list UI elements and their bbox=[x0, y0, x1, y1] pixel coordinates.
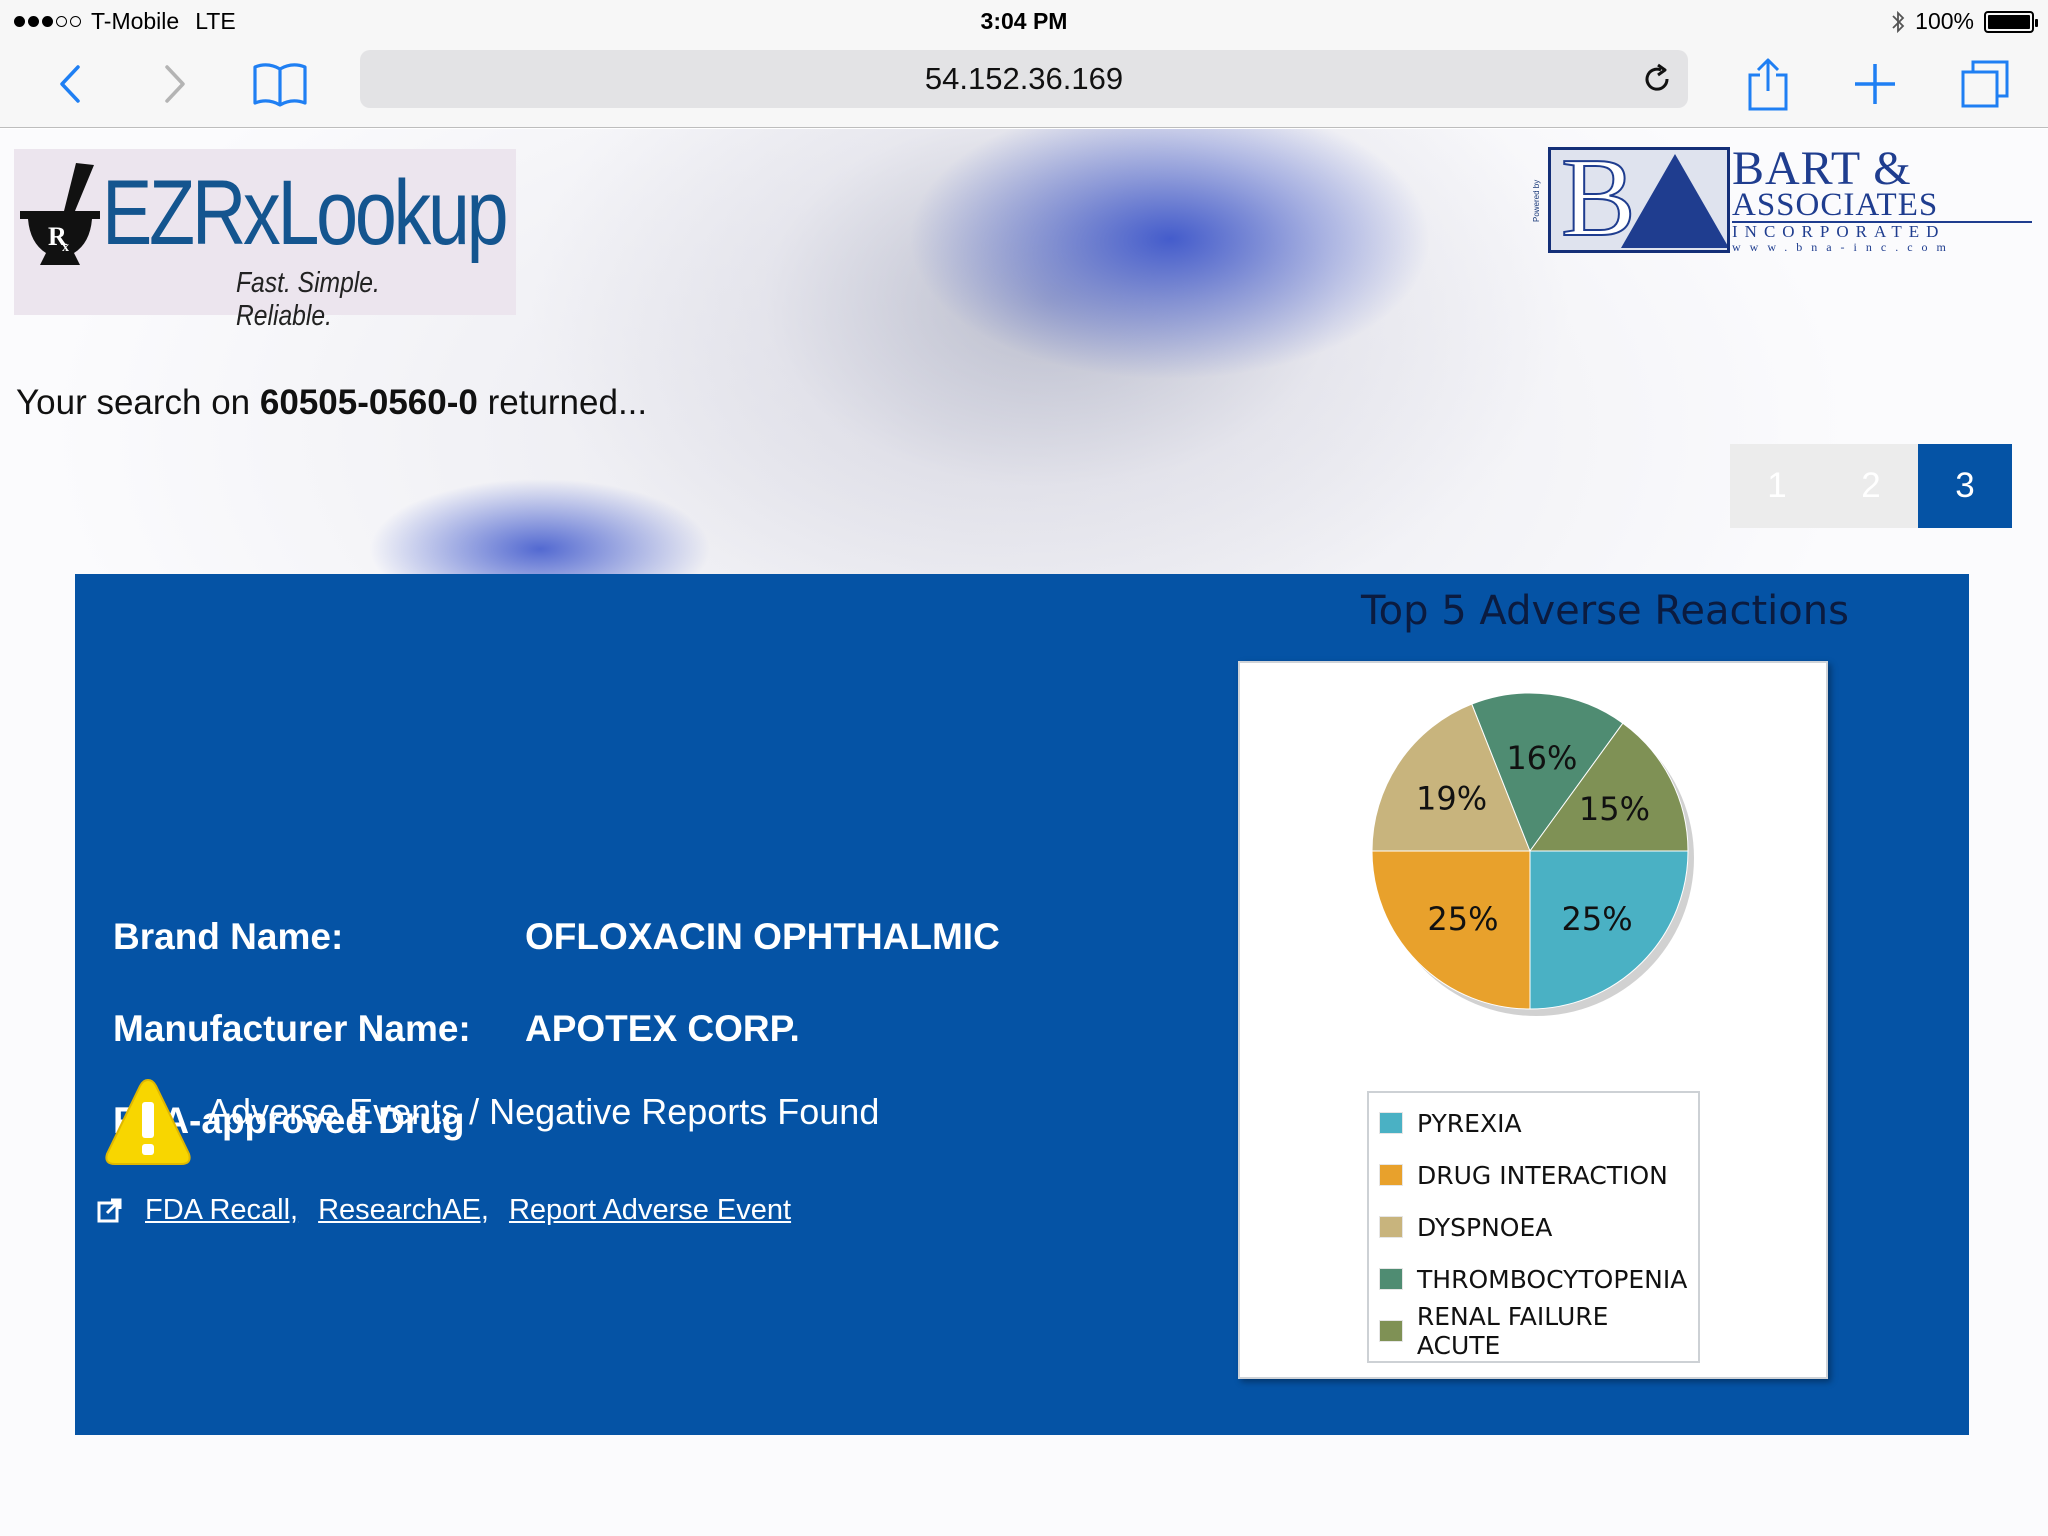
address-bar[interactable]: 54.152.36.169 bbox=[360, 50, 1688, 108]
drug-links: FDA Recall, ResearchAE, Report Adverse E… bbox=[97, 1194, 791, 1227]
search-code: 60505-0560-0 bbox=[259, 383, 478, 422]
pie-label: 25% bbox=[1561, 900, 1632, 938]
legend-swatch bbox=[1379, 1320, 1403, 1342]
research-ae-link[interactable]: ResearchAE, bbox=[318, 1194, 489, 1227]
status-bar: T-Mobile LTE 3:04 PM 100% bbox=[0, 0, 2048, 40]
share-icon bbox=[1748, 58, 1788, 111]
browser-toolbar: 54.152.36.169 bbox=[0, 40, 2048, 128]
manufacturer-label: Manufacturer Name: bbox=[113, 1008, 471, 1049]
bluetooth-icon bbox=[1892, 10, 1905, 33]
ba-wordmark: BART & ASSOCIATES INCORPORATED www.bna-i… bbox=[1732, 142, 2032, 254]
ba-line1: BART & bbox=[1732, 142, 1912, 195]
share-button[interactable] bbox=[1738, 54, 1798, 114]
pie-label: 15% bbox=[1579, 790, 1650, 828]
page-button-1[interactable]: 1 bbox=[1730, 444, 1824, 528]
chart-legend: PYREXIA DRUG INTERACTION DYSPNOEA THROMBOCY… bbox=[1367, 1091, 1700, 1363]
manufacturer-value: APOTEX CORP. bbox=[525, 1008, 800, 1049]
fda-recall-link[interactable]: FDA Recall, bbox=[145, 1194, 298, 1227]
bart-associates-logo[interactable]: Powered by B BART & ASSOCIATES INCORPORA… bbox=[1532, 142, 2032, 257]
ba-line2: ASSOCIATES bbox=[1732, 187, 1939, 223]
legend-label: DRUG INTERACTION bbox=[1417, 1160, 1668, 1190]
legend-label: PYREXIA bbox=[1417, 1108, 1522, 1138]
pagination: 1 2 3 bbox=[1730, 444, 2012, 528]
ba-monogram: B bbox=[1548, 147, 1730, 253]
mortar-pestle-icon: R x bbox=[20, 163, 100, 265]
pie-label: 25% bbox=[1427, 900, 1498, 938]
status-right: 100% bbox=[1891, 8, 2038, 35]
chart-title: Top 5 Adverse Reactions bbox=[1361, 588, 1849, 634]
ba-line4: www.bna-inc.com bbox=[1732, 240, 1955, 254]
new-tab-button[interactable] bbox=[1845, 54, 1905, 114]
external-link-icon bbox=[97, 1198, 122, 1222]
ezrxlookup-logo[interactable]: R x EZRxLookup Fast. Simple. Reliable. bbox=[14, 149, 516, 332]
ba-line3: INCORPORATED bbox=[1732, 221, 2032, 241]
brand-name-value: OFLOXACIN OPHTHALMIC bbox=[525, 916, 1000, 957]
pie-label: 16% bbox=[1506, 739, 1577, 777]
brand-name-label: Brand Name: bbox=[113, 916, 344, 957]
forward-button[interactable] bbox=[145, 54, 205, 114]
legend-label: DYSPNOEA bbox=[1417, 1212, 1553, 1242]
battery-icon bbox=[1984, 10, 2038, 33]
back-button[interactable] bbox=[40, 54, 100, 114]
reload-button[interactable] bbox=[1636, 58, 1678, 100]
plus-icon bbox=[1855, 64, 1895, 104]
logo-name: EZRxLookup bbox=[102, 162, 509, 264]
legend-label: RENAL FAILURE ACUTE bbox=[1416, 1302, 1609, 1360]
drug-result-panel: Brand Name: OFLOXACIN OPHTHALMIC Manufac… bbox=[75, 574, 1969, 1435]
powered-by-label: Powered by bbox=[1532, 179, 1541, 223]
legend-swatch bbox=[1379, 1112, 1403, 1134]
legend-swatch bbox=[1379, 1216, 1403, 1238]
report-adverse-event-link[interactable]: Report Adverse Event bbox=[509, 1194, 791, 1227]
page-button-2[interactable]: 2 bbox=[1824, 444, 1918, 528]
pie-chart: 25% 25% 19% 16%15% bbox=[1371, 692, 1694, 1016]
adverse-reactions-chart: 25% 25% 19% 16% 15% PYREXIA DRUG INTERACTION D… bbox=[1238, 661, 1828, 1379]
bookmarks-button[interactable] bbox=[250, 54, 310, 114]
book-icon bbox=[253, 63, 307, 107]
search-summary: Your search on 60505-0560-0 returned... bbox=[16, 383, 647, 423]
tabs-button[interactable] bbox=[1955, 54, 2015, 114]
url-text: 54.152.36.169 bbox=[924, 61, 1124, 96]
pie-label: 19% bbox=[1416, 780, 1487, 818]
web-page: R x EZRxLookup Fast. Simple. Reliable. P… bbox=[0, 129, 2048, 1536]
legend-item: DYSPNOEA bbox=[1369, 1201, 1698, 1253]
search-prefix: Your search on bbox=[16, 383, 251, 422]
legend-item: PYREXIA bbox=[1369, 1097, 1698, 1149]
status-time: 3:04 PM bbox=[980, 8, 1068, 34]
battery-percent: 100% bbox=[1915, 8, 1974, 34]
legend-label: THROMBOCYTOPENIA bbox=[1417, 1264, 1688, 1294]
page-button-3[interactable]: 3 bbox=[1918, 444, 2012, 528]
legend-item: DRUG INTERACTION bbox=[1369, 1149, 1698, 1201]
adverse-events-warning: Adverse Events / Negative Reports Found bbox=[207, 1091, 880, 1132]
legend-swatch bbox=[1379, 1164, 1403, 1186]
tabs-icon bbox=[1961, 60, 2009, 108]
reload-icon bbox=[1645, 63, 1669, 91]
logo-tagline: Fast. Simple. Reliable. bbox=[236, 267, 380, 332]
chevron-left-icon bbox=[60, 65, 80, 103]
warning-triangle-icon bbox=[105, 1078, 191, 1165]
search-suffix: returned... bbox=[487, 383, 648, 422]
legend-swatch bbox=[1379, 1268, 1403, 1290]
chevron-right-icon bbox=[165, 65, 185, 103]
svg-text:x: x bbox=[62, 240, 69, 255]
legend-item: RENAL FAILURE ACUTE bbox=[1369, 1302, 1698, 1360]
legend-item: THROMBOCYTOPENIA bbox=[1369, 1253, 1698, 1305]
